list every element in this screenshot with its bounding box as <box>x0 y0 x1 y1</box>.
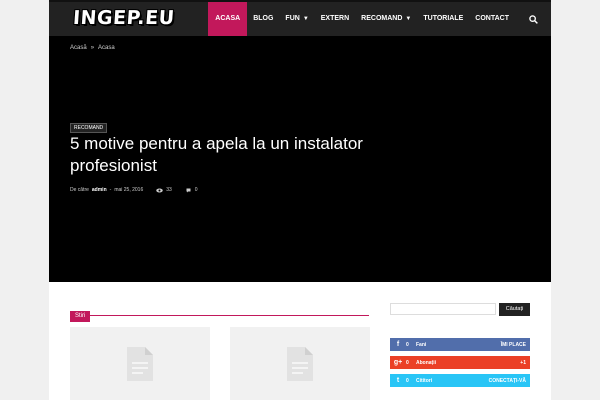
nav-item-contact[interactable]: CONTACT <box>469 2 515 36</box>
social-label: Cititori <box>416 377 433 384</box>
facebook-like-button[interactable]: ÎMI PLACE <box>501 342 530 348</box>
googleplus-button[interactable]: +1 <box>520 360 530 366</box>
nav-label: EXTERN <box>320 15 350 22</box>
comments-value: 0 <box>194 187 198 193</box>
breadcrumb-home[interactable]: Acasă <box>70 45 87 51</box>
social-count: 0 <box>406 341 409 348</box>
nav-item-acasa[interactable]: ACASA <box>208 2 248 36</box>
social-label: Abonații <box>416 359 436 366</box>
nav-item-extern[interactable]: EXTERN <box>315 2 355 36</box>
social-count: 0 <box>406 359 409 366</box>
meta-dash: - <box>109 187 112 193</box>
site-logo[interactable]: INGEP.EU <box>72 7 175 29</box>
post-date: mai 25, 2016 <box>114 187 144 193</box>
chevron-down-icon: ▼ <box>405 16 412 22</box>
block-title-label: Stiri <box>70 311 91 322</box>
nav-label: BLOG <box>253 15 274 22</box>
googleplus-icon: g+ <box>393 359 403 366</box>
breadcrumb-separator: » <box>90 45 95 51</box>
facebook-icon: f <box>396 341 400 348</box>
nav-item-blog[interactable]: BLOG <box>247 2 279 36</box>
post-thumbnail[interactable] <box>70 327 210 400</box>
sidebar-search-button[interactable]: Căutați <box>499 303 530 316</box>
twitter-icon: t <box>396 377 400 384</box>
nav-label: FUN <box>285 15 300 22</box>
top-navbar: INGEP.EU ACASA BLOG FUN ▼ EXTERN RECOMAND… <box>49 0 551 36</box>
comment-icon <box>186 188 191 192</box>
social-label: Fani <box>416 341 427 348</box>
social-twitter: t 0 Cititori CONECTAȚI-VĂ <box>390 374 530 387</box>
category-tag[interactable]: RECOMAND <box>70 123 108 133</box>
social-count: 0 <box>406 377 409 384</box>
views-value: 33 <box>166 187 172 193</box>
nav-item-fun[interactable]: FUN ▼ <box>279 2 314 36</box>
document-icon <box>127 346 153 381</box>
breadcrumb-current[interactable]: Acasa <box>98 45 115 51</box>
chevron-down-icon: ▼ <box>302 16 309 22</box>
views-count: 33 <box>156 187 172 193</box>
nav-label: RECOMAND <box>361 15 403 22</box>
article-title: 5 motive pentru a apela la un instalator… <box>70 134 363 175</box>
social-googleplus: g+ 0 Abonații +1 <box>390 356 530 369</box>
search-icon <box>528 14 538 24</box>
main-nav: ACASA BLOG FUN ▼ EXTERN RECOMAND ▼ TUTORIA… <box>208 2 551 36</box>
sidebar-search-input[interactable] <box>390 303 496 315</box>
social-facebook: f 0 Fani ÎMI PLACE <box>390 338 530 351</box>
post-thumbnail[interactable] <box>230 327 370 400</box>
content-area: Stiri Căutați f 0 Fani ÎMI PLACE g+ 0 Ab… <box>49 282 551 400</box>
twitter-follow-button[interactable]: CONECTAȚI-VĂ <box>489 378 530 384</box>
comments-count[interactable]: 0 <box>185 187 198 193</box>
by-label: De către <box>70 187 89 193</box>
nav-item-recomand[interactable]: RECOMAND ▼ <box>355 2 417 36</box>
search-button[interactable] <box>515 2 551 36</box>
eye-icon <box>156 188 163 192</box>
nav-label: CONTACT <box>475 15 509 22</box>
document-icon <box>287 346 313 381</box>
nav-label: ACASA <box>215 15 241 22</box>
article-hero: Acasă » Acasa RECOMAND 5 motive pentru a… <box>49 36 551 282</box>
breadcrumb: Acasă » Acasa <box>70 45 115 51</box>
author-link[interactable]: admin <box>92 187 107 193</box>
nav-label: TUTORIALE <box>423 15 464 22</box>
block-title: Stiri <box>70 304 369 322</box>
nav-item-tutoriale[interactable]: TUTORIALE <box>417 2 469 36</box>
article-meta: De către admin - mai 25, 2016 33 0 <box>70 187 198 193</box>
